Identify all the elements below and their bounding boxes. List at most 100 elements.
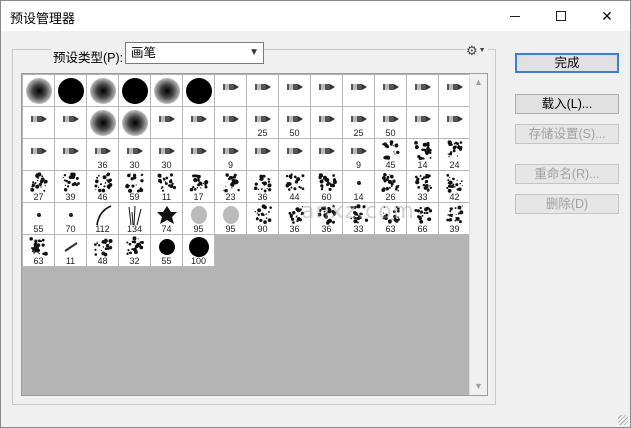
- brush-preset-item[interactable]: [439, 107, 471, 139]
- brush-preset-item[interactable]: [215, 75, 247, 107]
- brush-size-label: 100: [190, 256, 207, 266]
- brush-preset-item[interactable]: 39: [55, 171, 87, 203]
- scroll-up-arrow-icon[interactable]: ▲: [470, 74, 487, 91]
- brush-preset-item[interactable]: [119, 107, 151, 139]
- rename-button[interactable]: 重命名(R)...: [515, 164, 619, 184]
- brush-preset-item[interactable]: 45: [375, 139, 407, 171]
- brush-preset-item[interactable]: [343, 75, 375, 107]
- brush-preset-item[interactable]: 25: [247, 107, 279, 139]
- brush-preset-item[interactable]: 9: [343, 139, 375, 171]
- tool-brush-icon: [63, 148, 79, 154]
- vertical-scrollbar[interactable]: ▲ ▼: [469, 74, 487, 395]
- brush-size-label: 36: [257, 192, 268, 202]
- brush-size-label: 55: [161, 256, 172, 266]
- brush-preset-item[interactable]: [183, 75, 215, 107]
- brush-preset-item[interactable]: 74: [151, 203, 183, 235]
- brush-preset-item[interactable]: [23, 75, 55, 107]
- brush-preset-item[interactable]: [247, 139, 279, 171]
- preset-type-select[interactable]: 画笔 ▼: [125, 42, 264, 64]
- brush-preset-item[interactable]: 48: [87, 235, 119, 267]
- delete-button[interactable]: 删除(D): [515, 194, 619, 214]
- brush-preset-item[interactable]: [151, 107, 183, 139]
- brush-preset-item[interactable]: [279, 139, 311, 171]
- brush-preset-item[interactable]: 100: [183, 235, 215, 267]
- tool-brush-icon: [255, 148, 271, 154]
- brush-preset-item[interactable]: [311, 75, 343, 107]
- brush-preset-item[interactable]: 11: [55, 235, 87, 267]
- brush-preset-item[interactable]: 112: [87, 203, 119, 235]
- close-button[interactable]: ✕: [584, 1, 630, 31]
- brush-preset-item[interactable]: 14: [407, 139, 439, 171]
- brush-preset-item[interactable]: [87, 75, 119, 107]
- brush-preset-item[interactable]: 63: [23, 235, 55, 267]
- brush-preset-item[interactable]: 11: [151, 171, 183, 203]
- title-bar[interactable]: 预设管理器 ✕: [1, 1, 630, 31]
- brush-preset-item[interactable]: [439, 75, 471, 107]
- brush-preset-item[interactable]: 55: [151, 235, 183, 267]
- save-set-button[interactable]: 存储设置(S)...: [515, 124, 619, 144]
- brush-preset-item[interactable]: [279, 75, 311, 107]
- brush-preset-item[interactable]: 50: [279, 107, 311, 139]
- brush-preset-item[interactable]: 70: [55, 203, 87, 235]
- brush-preset-item[interactable]: 95: [183, 203, 215, 235]
- brush-preset-item[interactable]: [407, 75, 439, 107]
- brush-preset-item[interactable]: 32: [119, 235, 151, 267]
- brush-preset-item[interactable]: [87, 107, 119, 139]
- gear-menu-button[interactable]: ⚙ ▼: [466, 43, 488, 57]
- brush-preset-item[interactable]: 30: [151, 139, 183, 171]
- scroll-down-arrow-icon[interactable]: ▼: [470, 378, 487, 395]
- brush-preset-item[interactable]: 17: [183, 171, 215, 203]
- brush-preset-item[interactable]: 90: [247, 203, 279, 235]
- done-button[interactable]: 完成: [515, 53, 619, 73]
- brush-preset-item[interactable]: [247, 75, 279, 107]
- brush-preset-item[interactable]: 27: [23, 171, 55, 203]
- brush-preset-item[interactable]: [311, 107, 343, 139]
- brush-size-label: 33: [353, 224, 364, 234]
- brush-preset-item[interactable]: 134: [119, 203, 151, 235]
- brush-size-label: 42: [449, 192, 460, 202]
- brush-preset-item[interactable]: [55, 75, 87, 107]
- brush-preset-item[interactable]: [311, 139, 343, 171]
- brush-preset-item[interactable]: 9: [215, 139, 247, 171]
- minimize-icon: [510, 15, 520, 17]
- brush-preset-item[interactable]: 59: [119, 171, 151, 203]
- brush-size-label: 36: [289, 224, 300, 234]
- brush-preset-item[interactable]: 46: [87, 171, 119, 203]
- brush-size-label: 25: [257, 128, 268, 138]
- tool-brush-icon: [447, 116, 463, 122]
- brush-size-label: 24: [449, 160, 460, 170]
- brush-preset-item[interactable]: 50: [375, 107, 407, 139]
- maximize-button[interactable]: [538, 1, 584, 31]
- brush-preset-item[interactable]: [151, 75, 183, 107]
- brush-preset-list[interactable]: 25 50 25 50 36 30 30 9 9 45 14 24 27 39 46 59 11 17 23 36 44…: [21, 73, 488, 396]
- minimize-button[interactable]: [492, 1, 538, 31]
- brush-preset-item[interactable]: [375, 75, 407, 107]
- brush-preset-item[interactable]: [23, 139, 55, 171]
- brush-preset-item[interactable]: 95: [215, 203, 247, 235]
- brush-preset-item[interactable]: [119, 75, 151, 107]
- brush-preset-item[interactable]: 24: [439, 139, 471, 171]
- brush-preset-item[interactable]: [23, 107, 55, 139]
- close-icon: ✕: [601, 7, 613, 24]
- brush-preset-item[interactable]: [215, 107, 247, 139]
- load-button[interactable]: 载入(L)...: [515, 94, 619, 114]
- brush-preset-item[interactable]: [183, 139, 215, 171]
- brush-preset-item[interactable]: 55: [23, 203, 55, 235]
- brush-preset-item[interactable]: [55, 107, 87, 139]
- brush-preset-item[interactable]: 39: [439, 203, 471, 235]
- brush-size-label: 9: [227, 160, 233, 170]
- brush-preset-item[interactable]: 23: [215, 171, 247, 203]
- brush-preset-item[interactable]: 25: [343, 107, 375, 139]
- resize-grip-icon[interactable]: [618, 415, 628, 425]
- brush-preset-item[interactable]: 30: [119, 139, 151, 171]
- brush-preset-item[interactable]: 36: [247, 171, 279, 203]
- brush-preset-item[interactable]: [55, 139, 87, 171]
- brush-preset-item[interactable]: [183, 107, 215, 139]
- brush-preset-item[interactable]: 36: [87, 139, 119, 171]
- brush-size-label: 50: [385, 128, 396, 138]
- brush-preset-item[interactable]: [407, 107, 439, 139]
- tool-brush-icon: [223, 84, 239, 90]
- tool-brush-icon: [191, 116, 207, 122]
- preset-type-value: 画笔: [131, 46, 157, 60]
- brush-preset-item[interactable]: 42: [439, 171, 471, 203]
